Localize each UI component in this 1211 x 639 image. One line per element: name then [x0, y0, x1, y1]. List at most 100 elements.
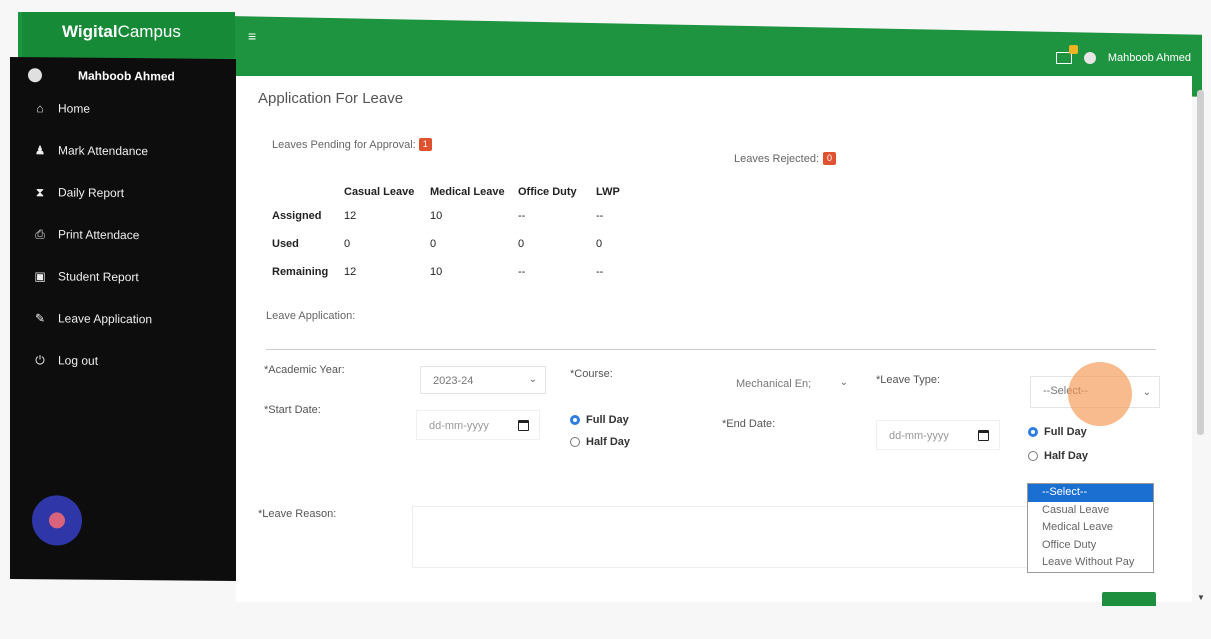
- sidebar-item-logout[interactable]: ⏻ Log out: [10, 339, 236, 383]
- sidebar-item-label: Log out: [58, 353, 99, 368]
- dropdown-option[interactable]: Leave Without Pay: [1028, 554, 1153, 572]
- course-select[interactable]: Mechanical En; ⌄: [724, 370, 856, 398]
- course-value: Mechanical En;: [736, 378, 812, 390]
- calendar-icon[interactable]: [518, 420, 529, 431]
- sidebar-item-daily-report[interactable]: ⧗ Daily Report: [10, 171, 236, 215]
- scrollbar-thumb[interactable]: [1197, 90, 1204, 435]
- home-icon: ⌂: [36, 101, 44, 116]
- course-label: *Course:: [570, 368, 613, 380]
- power-icon: ⏻: [35, 352, 45, 367]
- pending-approval: Leaves Pending for Approval: 1: [272, 138, 432, 151]
- leave-type-dropdown-list[interactable]: --Select-- Casual Leave Medical Leave Of…: [1027, 483, 1154, 573]
- table-cell: --: [518, 210, 526, 222]
- dropdown-option[interactable]: Casual Leave: [1028, 502, 1153, 520]
- brand-bold-text: Wigital: [62, 22, 118, 41]
- table-cell: --: [596, 266, 604, 278]
- table-row: Used 0 0 0 0: [272, 236, 636, 264]
- table-row-label: Assigned: [272, 210, 322, 222]
- start-date-label: *Start Date:: [264, 404, 321, 416]
- sidebar-item-label: Print Attendace: [58, 227, 140, 243]
- mail-icon[interactable]: [1055, 45, 1078, 64]
- chevron-down-icon: ⌄: [528, 374, 537, 385]
- page-scrollbar[interactable]: ▼: [1196, 90, 1205, 602]
- dropdown-option[interactable]: Medical Leave: [1028, 519, 1153, 537]
- end-half-day-radio[interactable]: Half Day: [1028, 450, 1088, 462]
- pending-count-badge: 1: [418, 138, 432, 151]
- sidebar-item-leave-application[interactable]: ✎ Leave Application: [10, 297, 236, 341]
- start-date-input[interactable]: dd-mm-yyyy: [416, 410, 540, 440]
- scroll-down-arrow-icon[interactable]: ▼: [1197, 593, 1205, 602]
- sidebar-item-student-report[interactable]: ▣ Student Report: [10, 255, 236, 299]
- leave-application-label: Leave Application:: [266, 310, 356, 322]
- sidebar-item-home[interactable]: ⌂ Home: [10, 87, 236, 131]
- table-cell: 12: [344, 266, 357, 278]
- table-cell: 10: [430, 210, 443, 222]
- table-cell: 0: [596, 238, 603, 250]
- table-cell: --: [518, 266, 526, 278]
- radio-label: Full Day: [586, 414, 629, 426]
- calendar-icon[interactable]: [978, 430, 989, 441]
- chevron-down-icon: ⌄: [839, 377, 848, 388]
- leaves-rejected: Leaves Rejected: 0: [734, 152, 836, 165]
- floating-assist-button[interactable]: [32, 495, 82, 546]
- dropdown-option[interactable]: --Select--: [1028, 484, 1153, 502]
- academic-year-value: 2023-24: [433, 375, 474, 387]
- header-user-area: Mahboob Ahmed: [1055, 45, 1191, 64]
- academic-year-select[interactable]: 2023-24 ⌄: [420, 366, 546, 394]
- leave-balance-table: Casual Leave Medical Leave Office Duty L…: [272, 186, 636, 292]
- brand-rest-text: Campus: [117, 22, 181, 41]
- pending-label: Leaves Pending for Approval:: [272, 138, 416, 151]
- sidebar-avatar: [28, 68, 42, 83]
- user-icon: ♟: [34, 143, 46, 158]
- table-header: Casual Leave: [344, 186, 415, 198]
- hourglass-icon: ⧗: [35, 184, 45, 199]
- table-cell: 0: [518, 238, 525, 250]
- report-icon: ▣: [34, 269, 46, 284]
- radio-label: Half Day: [586, 436, 631, 448]
- start-full-day-radio[interactable]: Full Day: [570, 414, 629, 426]
- sidebar: Mahboob Ahmed ⌂ Home ♟ Mark Attendance ⧗ Da…: [10, 57, 236, 581]
- start-half-day-radio[interactable]: Half Day: [570, 436, 630, 448]
- submit-button[interactable]: [1102, 592, 1156, 606]
- header-avatar[interactable]: [1083, 52, 1096, 64]
- table-cell: --: [596, 210, 604, 222]
- table-row-label: Remaining: [272, 266, 329, 278]
- page-title: Application For Leave: [258, 90, 404, 107]
- sidebar-item-label: Home: [58, 101, 91, 116]
- sidebar-user: Mahboob Ahmed: [10, 57, 236, 89]
- dropdown-option[interactable]: Office Duty: [1028, 537, 1153, 555]
- academic-year-label: *Academic Year:: [264, 364, 345, 376]
- table-cell: 10: [430, 266, 443, 278]
- mail-badge: [1068, 45, 1078, 54]
- table-row-label: Used: [272, 238, 299, 250]
- sidebar-item-label: Leave Application: [58, 311, 153, 327]
- radio-unselected-icon: [1028, 451, 1038, 461]
- radio-selected-icon: [570, 415, 580, 425]
- leave-reason-label: *Leave Reason:: [258, 508, 337, 520]
- leave-type-label: *Leave Type:: [876, 374, 941, 386]
- table-header-row: Casual Leave Medical Leave Office Duty L…: [272, 186, 636, 208]
- table-row: Remaining 12 10 -- --: [272, 264, 636, 292]
- brand-logo[interactable]: WigitalCampus: [22, 12, 235, 58]
- start-date-placeholder: dd-mm-yyyy: [429, 420, 489, 432]
- table-cell: 0: [344, 238, 351, 250]
- sidebar-item-label: Student Report: [58, 269, 139, 285]
- divider: [266, 349, 1156, 350]
- hamburger-menu-icon[interactable]: ≡: [248, 28, 256, 44]
- end-date-input[interactable]: dd-mm-yyyy: [876, 420, 1000, 450]
- table-cell: 12: [344, 210, 357, 222]
- rejected-count-badge: 0: [823, 152, 836, 165]
- table-header: Office Duty: [518, 186, 577, 198]
- touch-indicator: [1068, 362, 1132, 426]
- table-row: Assigned 12 10 -- --: [272, 208, 636, 236]
- table-header: [272, 186, 344, 208]
- sidebar-item-print-attendance[interactable]: ⎙ Print Attendace: [10, 213, 236, 257]
- sidebar-item-mark-attendance[interactable]: ♟ Mark Attendance: [10, 129, 236, 173]
- edit-icon: ✎: [34, 311, 46, 326]
- end-date-placeholder: dd-mm-yyyy: [889, 430, 949, 442]
- end-full-day-radio[interactable]: Full Day: [1028, 426, 1087, 438]
- header-user-name[interactable]: Mahboob Ahmed: [1108, 52, 1191, 64]
- table-header: LWP: [596, 186, 620, 198]
- sidebar-item-label: Mark Attendance: [58, 143, 149, 159]
- sidebar-user-name: Mahboob Ahmed: [78, 68, 175, 84]
